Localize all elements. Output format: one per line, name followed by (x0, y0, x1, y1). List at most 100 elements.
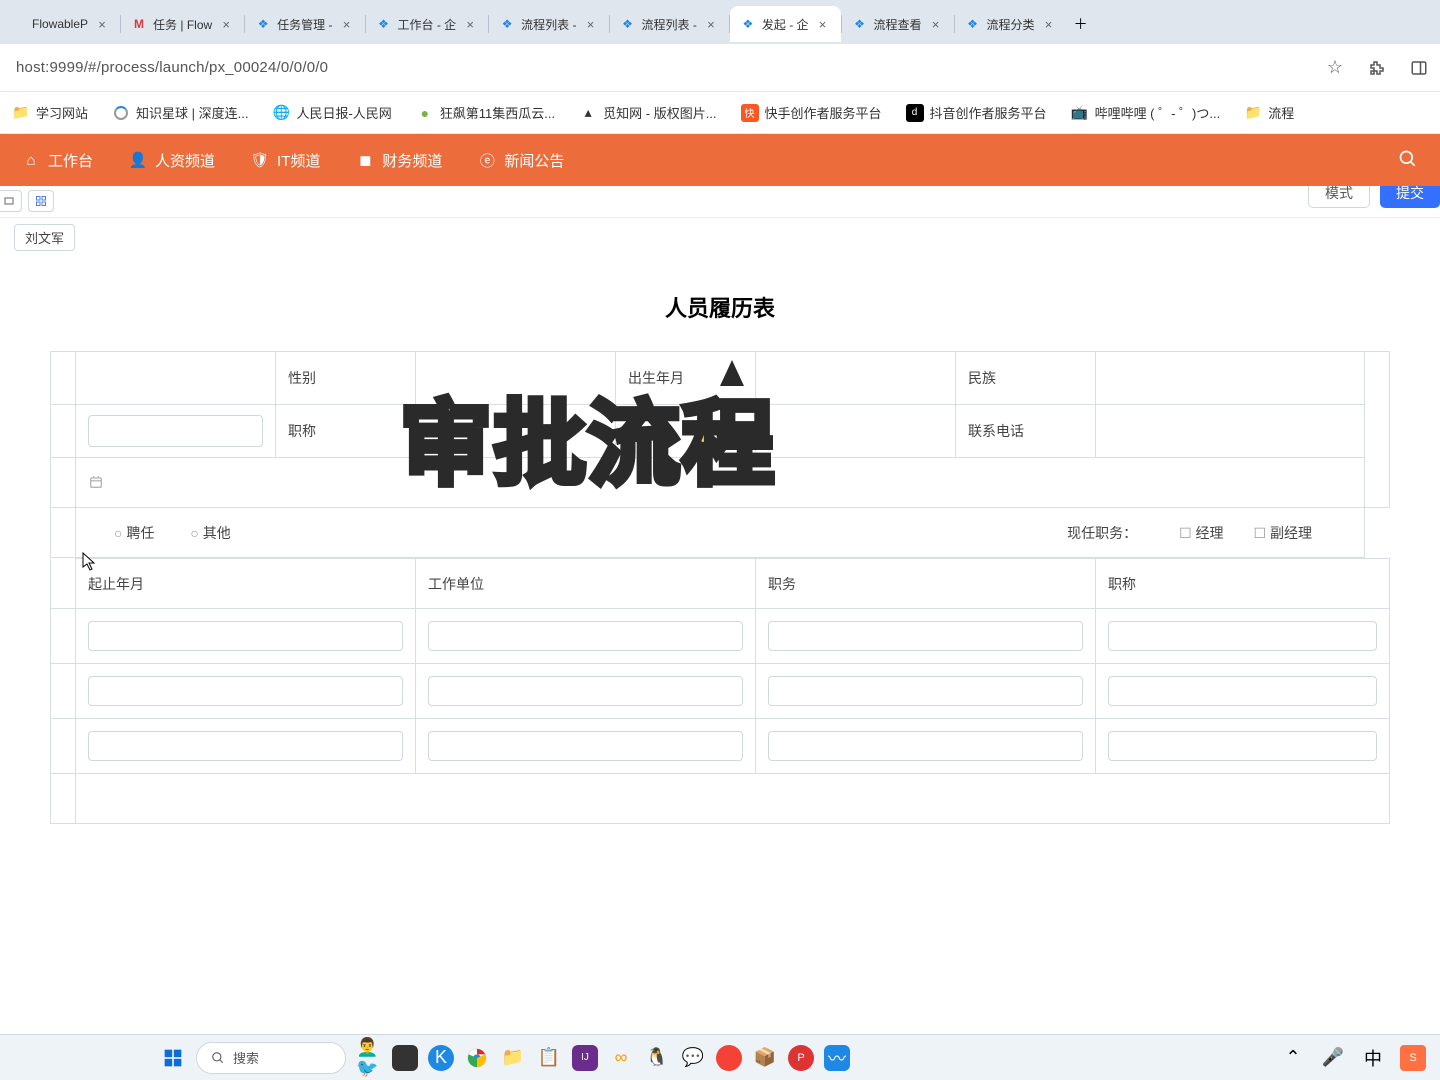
close-icon[interactable]: × (703, 16, 719, 32)
nav-news[interactable]: ⓔ新闻公告 (478, 150, 564, 171)
home-icon: ⌂ (22, 151, 40, 169)
nav-hr[interactable]: 👤人资频道 (129, 150, 215, 171)
close-icon[interactable]: × (928, 16, 944, 32)
bookmark-process[interactable]: 📁流程 (1244, 103, 1294, 122)
bookmark-people[interactable]: 🌐人民日报-人民网 (272, 103, 391, 122)
cell-input[interactable] (1108, 621, 1377, 651)
nav-workbench[interactable]: ⌂工作台 (22, 150, 93, 171)
star-icon[interactable]: ☆ (1324, 57, 1346, 79)
radio-hired[interactable]: 聘任 (114, 523, 154, 543)
douyin-icon: d (906, 104, 924, 122)
ie-icon: ⓔ (478, 151, 496, 169)
tab-launch[interactable]: ❖发起 - 企× (730, 6, 841, 42)
table-row (51, 609, 1390, 664)
user-tag-chip[interactable]: 刘文军 (14, 224, 75, 251)
taskbar-app-8[interactable]: 〰 (824, 1045, 850, 1071)
start-icon[interactable] (160, 1045, 186, 1071)
close-icon[interactable]: × (815, 16, 831, 32)
taskbar-explorer[interactable]: 📁 (500, 1045, 526, 1071)
tray-ime-icon[interactable]: 中 (1360, 1045, 1386, 1071)
search-icon[interactable] (1398, 149, 1418, 172)
cell-input[interactable] (428, 676, 743, 706)
close-icon[interactable]: × (94, 16, 110, 32)
cell-input[interactable] (1108, 676, 1377, 706)
tab-workbench[interactable]: ❖工作台 - 企× (366, 6, 489, 42)
submit-button[interactable]: 提交 (1380, 186, 1440, 208)
bookmark-zsxq[interactable]: 知识星球 | 深度连... (112, 103, 248, 122)
cell-input[interactable] (428, 731, 743, 761)
cell-input[interactable] (768, 621, 1083, 651)
taskbar-app-2[interactable] (392, 1045, 418, 1071)
tray-up-icon[interactable]: ⌃ (1280, 1045, 1306, 1071)
col-title: 职称 (1096, 559, 1390, 609)
taskbar-app-5[interactable]: ∞ (608, 1045, 634, 1071)
cell-input[interactable] (88, 731, 403, 761)
close-icon[interactable]: × (218, 16, 234, 32)
caret-icon: ▴ (579, 104, 597, 122)
taskbar-powerpoint[interactable]: P (788, 1045, 814, 1071)
taskbar-app-1[interactable]: 👨‍🦱🐦 (356, 1045, 382, 1071)
chip-left[interactable] (0, 190, 22, 212)
taskbar-wechat[interactable]: 💬 (680, 1045, 706, 1071)
bookmark-kuaishou[interactable]: 快快手创作者服务平台 (741, 103, 882, 122)
tab-flowable[interactable]: FlowableP× (0, 6, 120, 42)
nav-finance[interactable]: ◼财务频道 (356, 150, 442, 171)
check-manager[interactable]: 经理 (1179, 523, 1223, 543)
taskbar-app-6[interactable] (716, 1045, 742, 1071)
wallet-icon: ◼ (356, 151, 374, 169)
tab-processlist1[interactable]: ❖流程列表 -× (489, 6, 608, 42)
taskbar-app-7[interactable]: 📦 (752, 1045, 778, 1071)
tray-mic-icon[interactable]: 🎤 (1320, 1045, 1346, 1071)
extension-icon[interactable] (1366, 57, 1388, 79)
tray-sogou-icon[interactable]: S (1400, 1045, 1426, 1071)
taskbar-app-4[interactable]: IJ (572, 1045, 598, 1071)
chip-grid[interactable] (28, 190, 54, 212)
tab-taskmgmt[interactable]: ❖任务管理 -× (245, 6, 364, 42)
cell-input[interactable] (88, 621, 403, 651)
side-panel-icon[interactable] (1408, 57, 1430, 79)
tab-processlist2[interactable]: ❖流程列表 -× (610, 6, 729, 42)
taskbar-chrome[interactable] (464, 1045, 490, 1071)
close-icon[interactable]: × (1041, 16, 1057, 32)
bookmark-kuangbiao[interactable]: ●狂飙第11集西瓜云... (416, 103, 555, 122)
bookmark-study[interactable]: 📁学习网站 (12, 103, 88, 122)
check-deputy[interactable]: 副经理 (1254, 523, 1312, 543)
close-icon[interactable]: × (462, 16, 478, 32)
url-text[interactable]: host:9999/#/process/launch/px_00024/0/0/… (10, 59, 1308, 76)
calendar-icon[interactable] (88, 474, 104, 490)
bookmark-bilibili[interactable]: 📺哔哩哔哩 ( ゜- ゜)つ... (1071, 103, 1221, 122)
label-birth: 出生年月 (616, 352, 756, 405)
cell-input[interactable] (1108, 731, 1377, 761)
bookmarks-bar: 📁学习网站 知识星球 | 深度连... 🌐人民日报-人民网 ●狂飙第11集西瓜云… (0, 92, 1440, 134)
globe-icon: 🌐 (272, 104, 290, 122)
greenball-icon: ● (416, 104, 434, 122)
close-icon[interactable]: × (339, 16, 355, 32)
taskbar-search[interactable]: 搜索 (196, 1042, 346, 1074)
cell-input[interactable] (88, 676, 403, 706)
mode-button[interactable]: 模式 (1308, 186, 1370, 208)
radio-other[interactable]: 其他 (190, 523, 230, 543)
app-nav: ⌂工作台 👤人资频道 🛡IT频道 ◼财务频道 ⓔ新闻公告 (0, 134, 1440, 186)
taskbar-qq[interactable]: 🐧 (644, 1045, 670, 1071)
new-tab-button[interactable]: ＋ (1067, 10, 1095, 38)
user-tag: 刘文军 (0, 218, 1440, 257)
bookmark-mizhi[interactable]: ▴觅知网 - 版权图片... (579, 103, 716, 122)
field-input-1[interactable] (88, 415, 263, 447)
form-wrap: 人员履历表 性别 出生年月 民族 职称 联系电话 (0, 257, 1440, 858)
table-row (51, 774, 1390, 824)
tab-view[interactable]: ❖流程查看× (842, 6, 954, 42)
tab-category[interactable]: ❖流程分类× (955, 6, 1067, 42)
table-row (51, 664, 1390, 719)
col-company: 工作单位 (416, 559, 756, 609)
folder-icon: 📁 (1244, 104, 1262, 122)
browser-addressbar: host:9999/#/process/launch/px_00024/0/0/… (0, 44, 1440, 92)
tab-tasks[interactable]: M任务 | Flow× (121, 6, 244, 42)
bookmark-douyin[interactable]: d抖音创作者服务平台 (906, 103, 1047, 122)
taskbar-app-3[interactable]: 📋 (536, 1045, 562, 1071)
cell-input[interactable] (768, 731, 1083, 761)
nav-it[interactable]: 🛡IT频道 (251, 150, 320, 171)
taskbar-app-kugou[interactable]: K (428, 1045, 454, 1071)
cell-input[interactable] (768, 676, 1083, 706)
cell-input[interactable] (428, 621, 743, 651)
close-icon[interactable]: × (583, 16, 599, 32)
